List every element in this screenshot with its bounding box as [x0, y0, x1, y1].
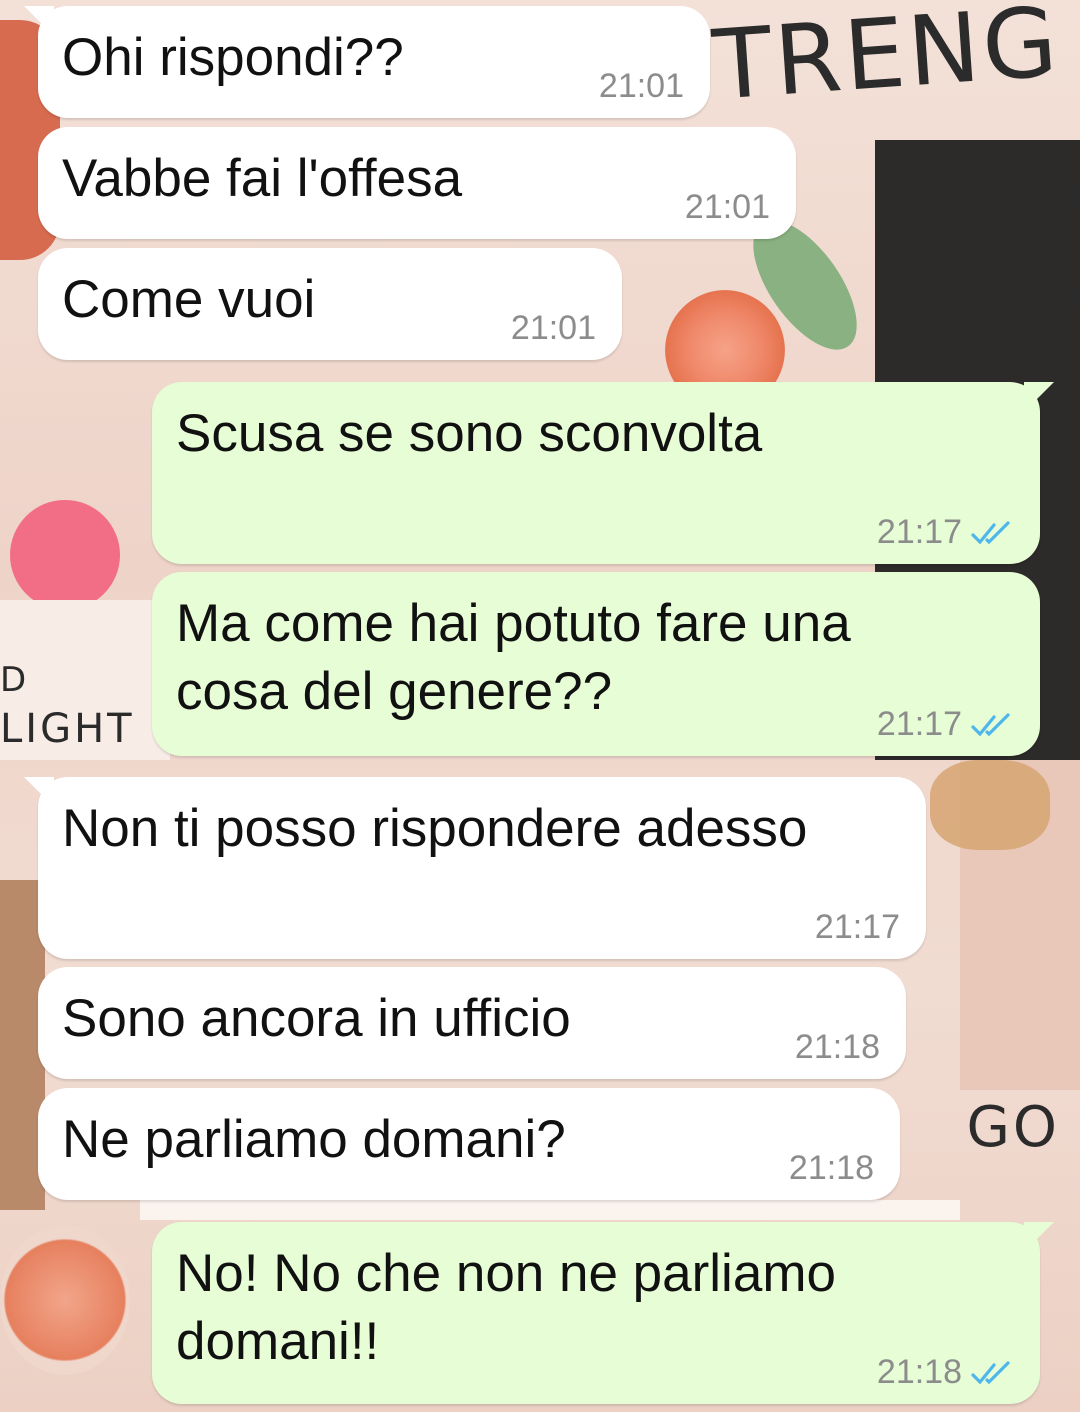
- message-bubble-incoming[interactable]: Sono ancora in ufficio 21:18: [38, 967, 906, 1079]
- message-meta: 21:01: [599, 67, 684, 106]
- double-check-read-icon: [971, 712, 1010, 736]
- message-list: Ohi rispondi?? 21:01 Vabbe fai l'offesa …: [0, 0, 1080, 1412]
- message-time: 21:17: [876, 513, 962, 551]
- message-time: 21:01: [598, 67, 684, 105]
- message-bubble-outgoing[interactable]: No! No che non ne parliamo domani!! 21:1…: [152, 1222, 1054, 1404]
- message-bubble-outgoing[interactable]: Scusa se sono sconvolta 21:17: [152, 382, 1054, 564]
- message-meta: 21:01: [685, 188, 770, 227]
- message-bubble-outgoing[interactable]: Ma come hai potuto fare una cosa del gen…: [152, 572, 1040, 756]
- message-meta: 21:18: [789, 1149, 874, 1188]
- bubble-tail: [1024, 382, 1054, 412]
- message-text: Scusa se sono sconvolta: [176, 404, 763, 463]
- message-bubble-incoming[interactable]: Ohi rispondi?? 21:01: [24, 6, 710, 118]
- message-time: 21:18: [788, 1149, 874, 1187]
- bubble-tail: [24, 777, 54, 807]
- message-text: Vabbe fai l'offesa: [62, 149, 463, 208]
- message-bubble-incoming[interactable]: Non ti posso rispondere adesso 21:17: [24, 777, 926, 959]
- message-time: 21:18: [794, 1028, 880, 1066]
- message-time: 21:18: [876, 1353, 962, 1391]
- message-text: Ne parliamo domani?: [62, 1110, 566, 1169]
- message-text: Sono ancora in ufficio: [62, 989, 571, 1048]
- message-meta: 21:17: [877, 705, 1014, 744]
- message-bubble-incoming[interactable]: Come vuoi 21:01: [38, 248, 622, 360]
- message-meta: 21:01: [511, 309, 596, 348]
- bubble-tail: [1024, 1222, 1054, 1252]
- double-check-read-icon: [971, 520, 1010, 544]
- message-time: 21:01: [510, 309, 596, 347]
- message-bubble-incoming[interactable]: Vabbe fai l'offesa 21:01: [38, 127, 796, 239]
- double-check-read-icon: [971, 1360, 1010, 1384]
- message-bubble-incoming[interactable]: Ne parliamo domani? 21:18: [38, 1088, 900, 1200]
- message-text: Ohi rispondi??: [62, 28, 404, 87]
- message-time: 21:17: [876, 705, 962, 743]
- message-time: 21:01: [684, 188, 770, 226]
- message-meta: 21:17: [815, 908, 900, 947]
- message-meta: 21:17: [877, 513, 1014, 552]
- message-meta: 21:18: [877, 1353, 1014, 1392]
- bubble-tail: [24, 6, 54, 36]
- message-meta: 21:18: [795, 1028, 880, 1067]
- message-text: Non ti posso rispondere adesso: [62, 799, 808, 858]
- message-time: 21:17: [814, 908, 900, 946]
